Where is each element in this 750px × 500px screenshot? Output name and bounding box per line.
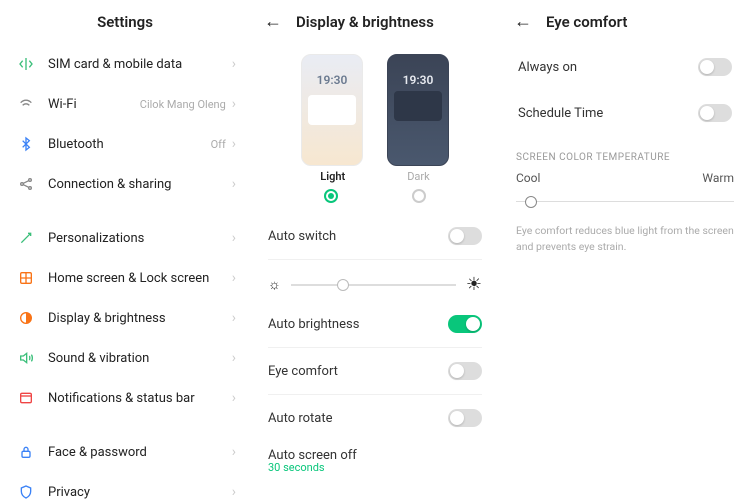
- chevron-right-icon: ›: [232, 176, 236, 192]
- preview-clock: 19:30: [302, 73, 362, 87]
- item-privacy[interactable]: Privacy ›: [0, 472, 250, 500]
- shield-icon: [14, 484, 38, 500]
- row-schedule[interactable]: Schedule Time: [500, 90, 750, 136]
- item-personalizations[interactable]: Personalizations ›: [0, 218, 250, 258]
- temp-slider[interactable]: [516, 195, 734, 209]
- schedule-toggle[interactable]: [698, 104, 732, 122]
- item-display[interactable]: Display & brightness ›: [0, 298, 250, 338]
- item-sound[interactable]: Sound & vibration ›: [0, 338, 250, 378]
- item-value: Cilok Mang Oleng: [140, 98, 226, 111]
- lock-icon: [14, 444, 38, 460]
- display-pane: ← Display & brightness 19:30 19:30 Light…: [250, 0, 500, 500]
- chevron-right-icon: ›: [232, 96, 236, 112]
- brightness-slider[interactable]: [291, 284, 456, 286]
- item-home-lock[interactable]: Home screen & Lock screen ›: [0, 258, 250, 298]
- chevron-right-icon: ›: [232, 390, 236, 406]
- wand-icon: [14, 230, 38, 246]
- grid-icon: [14, 270, 38, 286]
- settings-header: Settings: [0, 0, 250, 44]
- sun-small-icon: ☼: [268, 276, 281, 293]
- section-color-temp: Screen Color Temperature: [500, 136, 750, 171]
- contrast-icon: [14, 310, 38, 326]
- eye-comfort-header: ← Eye comfort: [500, 0, 750, 44]
- chevron-right-icon: ›: [232, 56, 236, 72]
- item-label: Connection & sharing: [48, 177, 232, 192]
- sim-icon: [14, 56, 38, 72]
- chevron-right-icon: ›: [232, 230, 236, 246]
- row-eye-comfort[interactable]: Eye comfort: [250, 348, 500, 394]
- row-always-on[interactable]: Always on: [500, 44, 750, 90]
- row-auto-rotate[interactable]: Auto rotate: [250, 395, 500, 441]
- back-icon[interactable]: ←: [514, 13, 532, 31]
- schedule-label: Schedule Time: [518, 106, 698, 121]
- item-connection[interactable]: Connection & sharing ›: [0, 164, 250, 204]
- always-on-toggle[interactable]: [698, 58, 732, 76]
- item-label: Home screen & Lock screen: [48, 271, 232, 286]
- theme-light-label: Light: [320, 170, 345, 183]
- chevron-right-icon: ›: [232, 136, 236, 152]
- item-label: Face & password: [48, 445, 232, 460]
- auto-brightness-label: Auto brightness: [268, 317, 448, 332]
- item-value: Off: [211, 138, 226, 151]
- share-icon: [14, 176, 38, 192]
- item-label: Personalizations: [48, 231, 232, 246]
- temp-endpoints: Cool Warm: [500, 171, 750, 185]
- item-wifi[interactable]: Wi-Fi Cilok Mang Oleng ›: [0, 84, 250, 124]
- eye-comfort-label: Eye comfort: [268, 364, 448, 379]
- display-title: Display & brightness: [296, 13, 434, 31]
- row-auto-switch[interactable]: Auto switch: [250, 213, 500, 259]
- auto-switch-toggle[interactable]: [448, 227, 482, 245]
- chevron-right-icon: ›: [232, 350, 236, 366]
- eye-comfort-title: Eye comfort: [546, 13, 627, 31]
- phone-preview-dark[interactable]: 19:30: [387, 54, 449, 166]
- temp-thumb[interactable]: [525, 196, 537, 208]
- item-label: Privacy: [48, 485, 232, 500]
- brightness-slider-row: ☼ ☀: [250, 260, 500, 301]
- temp-warm-label: Warm: [702, 171, 734, 185]
- status-bar-icon: [14, 390, 38, 406]
- bluetooth-icon: [14, 136, 38, 152]
- temp-cool-label: Cool: [516, 171, 540, 185]
- item-bluetooth[interactable]: Bluetooth Off ›: [0, 124, 250, 164]
- row-auto-brightness[interactable]: Auto brightness: [250, 301, 500, 347]
- auto-screen-off-value: 30 seconds: [250, 461, 500, 482]
- auto-brightness-toggle[interactable]: [448, 315, 482, 333]
- item-label: Sound & vibration: [48, 351, 232, 366]
- item-label: Wi-Fi: [48, 97, 140, 112]
- eye-comfort-toggle[interactable]: [448, 362, 482, 380]
- auto-switch-label: Auto switch: [268, 229, 448, 244]
- eye-comfort-pane: ← Eye comfort Always on Schedule Time Sc…: [500, 0, 750, 500]
- brightness-thumb[interactable]: [337, 279, 349, 291]
- item-label: Display & brightness: [48, 311, 232, 326]
- theme-dark-label: Dark: [407, 170, 430, 183]
- settings-pane: Settings SIM card & mobile data › Wi-Fi …: [0, 0, 250, 500]
- display-header: ← Display & brightness: [250, 0, 500, 44]
- theme-dark-radio[interactable]: [412, 189, 426, 203]
- speaker-icon: [14, 350, 38, 366]
- chevron-right-icon: ›: [232, 444, 236, 460]
- item-label: SIM card & mobile data: [48, 57, 232, 72]
- auto-rotate-toggle[interactable]: [448, 409, 482, 427]
- always-on-label: Always on: [518, 60, 698, 75]
- theme-preview: 19:30 19:30: [250, 44, 500, 170]
- item-notifications[interactable]: Notifications & status bar ›: [0, 378, 250, 418]
- chevron-right-icon: ›: [232, 484, 236, 500]
- auto-rotate-label: Auto rotate: [268, 411, 448, 426]
- settings-title: Settings: [14, 13, 236, 31]
- sun-large-icon: ☀: [466, 274, 482, 295]
- wifi-icon: [14, 96, 38, 112]
- phone-preview-light[interactable]: 19:30: [301, 54, 363, 166]
- chevron-right-icon: ›: [232, 310, 236, 326]
- back-icon[interactable]: ←: [264, 13, 282, 31]
- helper-text: Eye comfort reduces blue light from the …: [500, 223, 750, 255]
- chevron-right-icon: ›: [232, 270, 236, 286]
- item-label: Notifications & status bar: [48, 391, 232, 406]
- item-label: Bluetooth: [48, 137, 211, 152]
- item-face-password[interactable]: Face & password ›: [0, 432, 250, 472]
- item-sim[interactable]: SIM card & mobile data ›: [0, 44, 250, 84]
- preview-clock: 19:30: [388, 73, 448, 87]
- theme-light-radio[interactable]: [324, 189, 338, 203]
